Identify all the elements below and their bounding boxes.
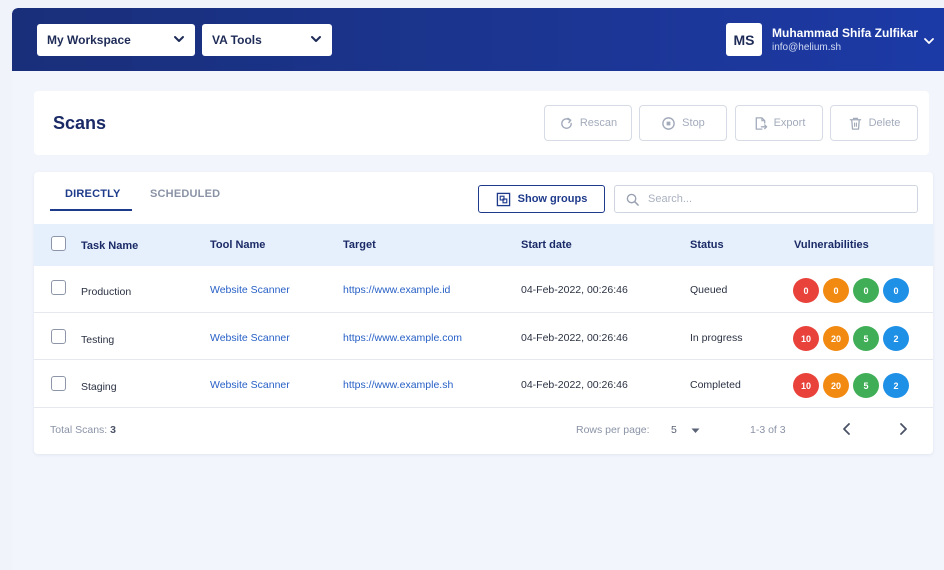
rows-per-page-select[interactable]: 5	[671, 424, 677, 436]
column-header-vulnerabilities[interactable]: Vulnerabilities	[794, 239, 869, 251]
row-checkbox[interactable]	[51, 329, 66, 344]
table-row[interactable]: Staging Website Scanner https://www.exam…	[34, 361, 933, 408]
vulnerability-badges: 10 20 5 2	[793, 326, 909, 351]
critical-count-badge: 0	[793, 278, 819, 303]
start-date-cell: 04-Feb-2022, 00:26:46	[521, 284, 628, 296]
group-icon	[496, 192, 510, 206]
row-checkbox[interactable]	[51, 280, 66, 295]
export-file-icon	[755, 116, 767, 130]
delete-button-label: Delete	[868, 117, 901, 129]
table-row[interactable]: Testing Website Scanner https://www.exam…	[34, 313, 933, 360]
chevron-down-icon	[174, 36, 184, 42]
medium-count-badge: 5	[853, 326, 879, 351]
stop-button-label: Stop	[682, 117, 705, 129]
active-tab-indicator	[50, 209, 132, 211]
user-menu-chevron-icon[interactable]	[923, 35, 935, 47]
target-link[interactable]: https://www.example.id	[343, 284, 450, 296]
rescan-button-label: Rescan	[579, 117, 618, 129]
stop-button[interactable]: Stop	[639, 105, 727, 141]
low-count-badge: 2	[883, 326, 909, 351]
column-header-task-name[interactable]: Task Name	[81, 240, 138, 252]
workspace-dropdown[interactable]: My Workspace	[37, 24, 195, 56]
start-date-cell: 04-Feb-2022, 00:26:46	[521, 332, 628, 344]
table-header: Task Name Tool Name Target Start date St…	[34, 224, 933, 266]
target-link[interactable]: https://www.example.sh	[343, 379, 453, 391]
tools-dropdown-label: VA Tools	[212, 33, 262, 47]
refresh-icon	[561, 117, 572, 129]
tab-scheduled[interactable]: SCHEDULED	[150, 188, 220, 200]
user-email: info@helium.sh	[772, 42, 842, 53]
search-box	[614, 185, 918, 213]
task-name-cell: Testing	[81, 334, 115, 346]
show-groups-button[interactable]: Show groups	[478, 185, 605, 213]
stop-circle-icon	[662, 116, 675, 130]
workspace-dropdown-label: My Workspace	[47, 33, 131, 47]
trash-icon	[849, 117, 861, 130]
select-all-checkbox[interactable]	[51, 236, 66, 251]
critical-count-badge: 10	[793, 326, 819, 351]
status-cell: Queued	[690, 284, 728, 296]
tools-dropdown[interactable]: VA Tools	[202, 24, 332, 56]
tab-directly[interactable]: DIRECTLY	[65, 188, 121, 200]
pagination-range: 1-3 of 3	[750, 424, 786, 436]
search-icon	[626, 193, 639, 206]
high-count-badge: 20	[823, 373, 849, 398]
show-groups-label: Show groups	[517, 193, 588, 205]
user-name: Muhammad Shifa Zulfikar	[772, 26, 919, 40]
row-checkbox[interactable]	[51, 376, 66, 391]
total-scans: Total Scans: 3	[50, 424, 116, 436]
high-count-badge: 0	[823, 278, 849, 303]
chevron-down-icon	[311, 36, 321, 42]
status-cell: Completed	[690, 379, 741, 391]
rows-per-page-label: Rows per page:	[576, 424, 650, 436]
column-header-target[interactable]: Target	[343, 239, 376, 251]
task-name-cell: Staging	[81, 381, 117, 393]
app-frame: My Workspace VA Tools MS Muhammad Shifa …	[12, 8, 944, 570]
column-header-status[interactable]: Status	[690, 239, 724, 251]
previous-page-icon[interactable]	[840, 421, 854, 437]
search-input[interactable]	[648, 193, 898, 205]
column-header-tool-name[interactable]: Tool Name	[210, 239, 265, 251]
low-count-badge: 2	[883, 373, 909, 398]
page-header-card: Scans Rescan Stop Export Delete	[34, 91, 929, 155]
table-row[interactable]: Production Website Scanner https://www.e…	[34, 266, 933, 313]
caret-down-icon[interactable]	[691, 428, 700, 434]
rescan-button[interactable]: Rescan	[544, 105, 632, 141]
page-title: Scans	[53, 113, 107, 133]
tool-name-link[interactable]: Website Scanner	[210, 284, 290, 296]
medium-count-badge: 0	[853, 278, 879, 303]
total-scans-value: 3	[110, 424, 116, 436]
status-cell: In progress	[690, 332, 743, 344]
column-header-start-date[interactable]: Start date	[521, 239, 572, 251]
target-link[interactable]: https://www.example.com	[343, 332, 462, 344]
next-page-icon[interactable]	[896, 421, 910, 437]
critical-count-badge: 10	[793, 373, 819, 398]
high-count-badge: 20	[823, 326, 849, 351]
delete-button[interactable]: Delete	[830, 105, 918, 141]
vulnerability-badges: 10 20 5 2	[793, 373, 909, 398]
tool-name-link[interactable]: Website Scanner	[210, 332, 290, 344]
tool-name-link[interactable]: Website Scanner	[210, 379, 290, 391]
avatar[interactable]: MS	[726, 23, 762, 56]
low-count-badge: 0	[883, 278, 909, 303]
top-navbar: My Workspace VA Tools MS Muhammad Shifa …	[12, 8, 944, 71]
total-scans-label: Total Scans:	[50, 424, 108, 436]
export-button[interactable]: Export	[735, 105, 823, 141]
scans-table-card: DIRECTLY SCHEDULED Show groups Task Name…	[34, 172, 933, 454]
start-date-cell: 04-Feb-2022, 00:26:46	[521, 379, 628, 391]
medium-count-badge: 5	[853, 373, 879, 398]
task-name-cell: Production	[81, 286, 132, 298]
vulnerability-badges: 0 0 0 0	[793, 278, 909, 303]
export-button-label: Export	[773, 117, 806, 129]
